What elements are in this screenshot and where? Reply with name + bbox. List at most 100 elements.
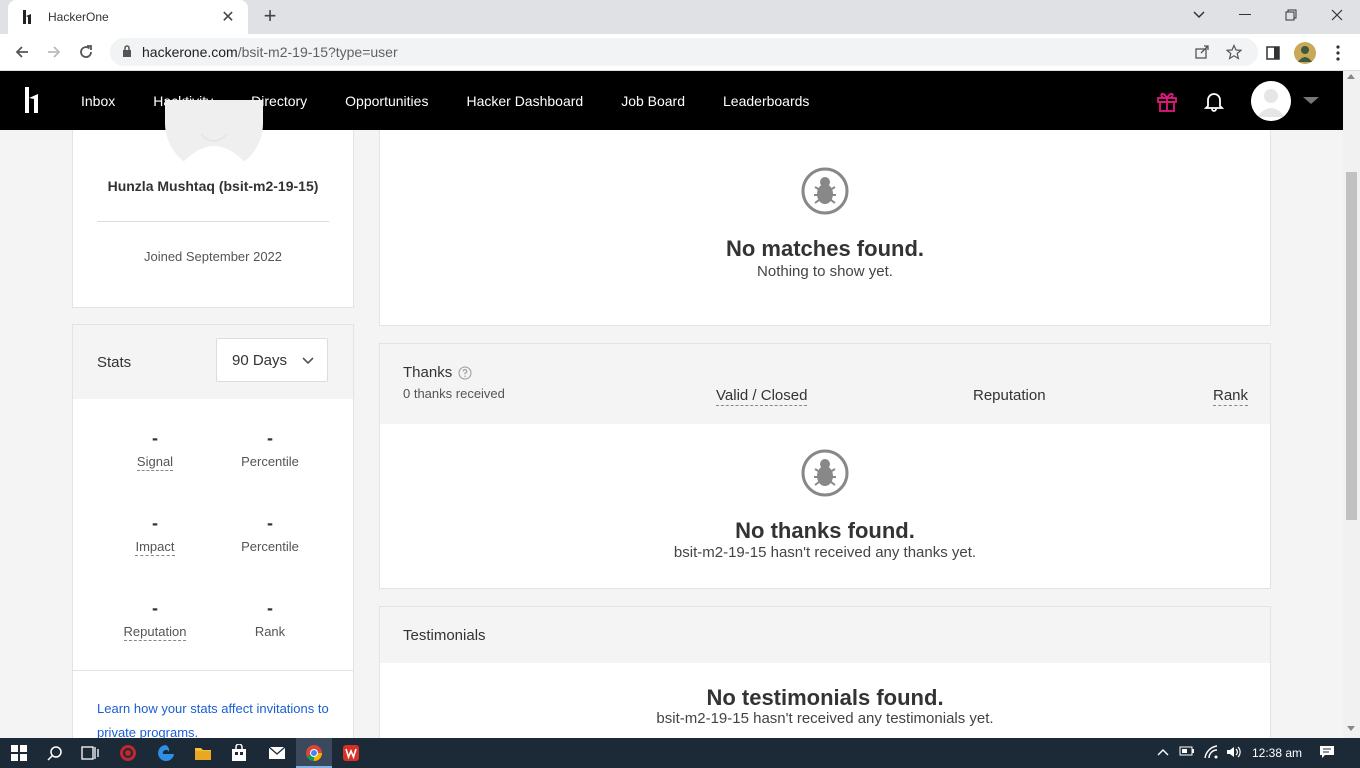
user-menu-caret-icon[interactable]	[1303, 97, 1319, 104]
reload-icon[interactable]	[74, 40, 98, 64]
testimonials-header: Testimonials	[380, 607, 1270, 663]
stats-range-select[interactable]: 90 Days	[216, 338, 328, 382]
close-window-button[interactable]	[1314, 0, 1360, 30]
nav-job-board[interactable]: Job Board	[602, 93, 704, 109]
stats-divider	[73, 670, 353, 671]
file-explorer-icon[interactable]	[193, 743, 213, 763]
column-valid-closed[interactable]: Valid / Closed	[716, 387, 808, 406]
thanks-empty-title: No thanks found.	[735, 518, 915, 543]
hackerone-favicon-icon	[20, 9, 36, 25]
profile-avatar	[165, 100, 263, 172]
bookmark-star-icon[interactable]	[1225, 44, 1243, 62]
stat-label[interactable]: Reputation	[123, 624, 187, 641]
stat-value: -	[152, 428, 158, 448]
minimize-button[interactable]	[1222, 0, 1268, 30]
stats-range-value: 90 Days	[232, 351, 288, 369]
tab-close-icon[interactable]: ✕	[220, 7, 236, 27]
browser-toolbar: hackerone.com/bsit-m2-19-15?type=user	[0, 34, 1360, 71]
thanks-header: Thanks 0 thanks received Valid / Closed …	[380, 344, 1270, 424]
user-avatar[interactable]	[1251, 81, 1291, 121]
task-view-icon[interactable]	[80, 743, 100, 763]
url-path: /bsit-m2-19-15?type=user	[237, 44, 398, 60]
nav-opportunities[interactable]: Opportunities	[326, 93, 447, 109]
matches-empty-subtitle: Nothing to show yet.	[757, 263, 893, 280]
mail-icon[interactable]	[267, 743, 287, 763]
thanks-card: Thanks 0 thanks received Valid / Closed …	[379, 343, 1271, 589]
column-reputation: Reputation	[973, 387, 1046, 404]
wifi-icon[interactable]	[1203, 745, 1219, 761]
stats-title: Stats	[97, 354, 132, 371]
address-bar[interactable]: hackerone.com/bsit-m2-19-15?type=user	[110, 38, 1258, 66]
chrome-icon[interactable]	[304, 743, 324, 763]
thanks-title: Thanks	[403, 364, 472, 381]
testimonials-card: Testimonials No testimonials found. bsit…	[379, 606, 1271, 738]
gift-icon[interactable]	[1155, 89, 1179, 113]
share-icon[interactable]	[1193, 44, 1211, 62]
stat-value: -	[152, 598, 158, 618]
new-tab-button[interactable]: +	[258, 5, 282, 29]
nav-leaderboards[interactable]: Leaderboards	[704, 93, 828, 109]
column-rank[interactable]: Rank	[1213, 387, 1249, 406]
back-icon[interactable]	[10, 40, 34, 64]
battery-icon[interactable]	[1179, 745, 1195, 761]
store-icon[interactable]	[229, 743, 249, 763]
browser-tabbar: HackerOne ✕ +	[0, 0, 1360, 34]
stat-signal-percentile: - Percentile	[215, 428, 325, 471]
stat-label[interactable]: Signal	[136, 454, 174, 471]
stat-value: -	[267, 513, 273, 533]
edge-browser-icon[interactable]	[156, 743, 176, 763]
stat-signal: - Signal	[100, 428, 210, 471]
profile-joined-date: Joined September 2022	[143, 249, 283, 264]
profile-card: Hunzla Mushtaq (bsit-m2-19-15) Joined Se…	[72, 100, 354, 308]
nav-inbox[interactable]: Inbox	[62, 93, 134, 109]
page-scrollbar-thumb[interactable]	[1346, 172, 1357, 520]
stat-impact: - Impact	[100, 513, 210, 556]
taskbar-clock[interactable]: 12:38 am	[1252, 746, 1302, 760]
notifications-bell-icon[interactable]	[1203, 90, 1225, 112]
profile-divider	[97, 221, 329, 222]
forward-icon[interactable]	[42, 40, 66, 64]
testimonials-title: Testimonials	[403, 627, 486, 644]
browser-menu-icon[interactable]	[1327, 42, 1349, 64]
hackerone-logo-icon[interactable]	[20, 85, 46, 115]
stat-rank: - Rank	[215, 598, 325, 641]
stat-label: Percentile	[241, 539, 299, 554]
tab-title: HackerOne	[48, 10, 109, 24]
scroll-down-icon[interactable]	[1347, 726, 1355, 731]
url-host: hackerone.com	[142, 44, 238, 60]
thanks-empty-subtitle: bsit-m2-19-15 hasn't received any thanks…	[673, 544, 977, 561]
stat-value: -	[267, 428, 273, 448]
stats-header: Stats 90 Days	[73, 325, 353, 399]
profile-avatar-icon[interactable]	[1294, 42, 1316, 64]
search-icon[interactable]	[45, 743, 65, 763]
thanks-title-text: Thanks	[403, 364, 453, 381]
side-panel-icon[interactable]	[1262, 42, 1284, 64]
tab-search-icon[interactable]	[1176, 0, 1222, 30]
help-icon[interactable]	[458, 366, 472, 380]
matches-card: No matches found. Nothing to show yet.	[379, 130, 1271, 326]
app-red-icon[interactable]	[118, 743, 138, 763]
stat-label: Percentile	[241, 454, 299, 469]
stat-value: -	[267, 598, 273, 618]
stat-label: Rank	[254, 624, 286, 639]
testimonials-empty-title: No testimonials found.	[706, 685, 944, 710]
wps-office-icon[interactable]	[341, 743, 361, 763]
stat-value: -	[152, 513, 158, 533]
stat-label[interactable]: Impact	[135, 539, 175, 556]
bug-icon	[801, 167, 849, 215]
stat-impact-percentile: - Percentile	[215, 513, 325, 556]
thanks-count: 0 thanks received	[403, 386, 505, 401]
restore-button[interactable]	[1268, 0, 1314, 30]
notification-center-icon[interactable]	[1319, 745, 1335, 761]
browser-tab[interactable]: HackerOne ✕	[8, 0, 248, 34]
bug-icon	[801, 449, 849, 497]
profile-name: Hunzla Mushtaq (bsit-m2-19-15)	[107, 178, 319, 194]
nav-hacker-dashboard[interactable]: Hacker Dashboard	[447, 93, 602, 109]
matches-empty-title: No matches found.	[725, 236, 924, 261]
chevron-down-icon	[301, 353, 315, 367]
testimonials-empty-subtitle: bsit-m2-19-15 hasn't received any testim…	[656, 710, 994, 727]
windows-start-icon[interactable]	[9, 743, 29, 763]
tray-expand-icon[interactable]	[1155, 745, 1171, 761]
scroll-up-icon[interactable]	[1347, 74, 1355, 79]
volume-icon[interactable]	[1226, 745, 1242, 761]
